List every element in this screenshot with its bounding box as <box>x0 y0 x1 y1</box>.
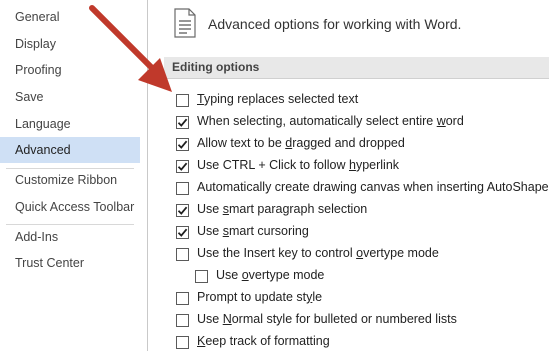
section-header: Editing options <box>164 57 549 79</box>
option-label: Use smart cursoring <box>197 224 309 238</box>
checkbox[interactable] <box>195 270 208 283</box>
checkbox[interactable] <box>176 336 189 349</box>
option-label: Prompt to update style <box>197 290 323 304</box>
checkbox[interactable] <box>176 292 189 305</box>
option-label: Use CTRL + Click to follow hyperlink <box>197 158 400 172</box>
checkbox[interactable] <box>176 226 189 239</box>
sidebar-item-customize-ribbon[interactable]: Customize Ribbon <box>0 167 140 193</box>
checkbox[interactable] <box>176 116 189 129</box>
option-label: Keep track of formatting <box>197 334 330 348</box>
sidebar-item-save[interactable]: Save <box>0 84 140 110</box>
section-title: Editing options <box>172 60 260 74</box>
sidebar-item-language[interactable]: Language <box>0 111 140 137</box>
document-options-icon <box>172 8 198 38</box>
option-label: Use the Insert key to control overtype m… <box>197 246 439 260</box>
checkbox[interactable] <box>176 248 189 261</box>
options-sidebar: General Display Proofing Save Language A… <box>0 0 140 351</box>
checkmark-icon <box>177 228 188 237</box>
sidebar-item-add-ins[interactable]: Add-Ins <box>0 224 140 250</box>
option-label: When selecting, automatically select ent… <box>197 114 464 128</box>
page-title: Advanced options for working with Word. <box>208 16 462 32</box>
sidebar-item-proofing[interactable]: Proofing <box>0 57 140 83</box>
option-label: Automatically create drawing canvas when… <box>197 180 549 194</box>
checkmark-icon <box>177 118 188 127</box>
sidebar-item-quick-access-toolbar[interactable]: Quick Access Toolbar <box>0 194 140 220</box>
checkmark-icon <box>177 206 188 215</box>
checkbox[interactable] <box>176 182 189 195</box>
checkmark-icon <box>177 140 188 149</box>
option-label: Use Normal style for bulleted or numbere… <box>197 312 457 326</box>
option-label: Use smart paragraph selection <box>197 202 368 216</box>
option-label: Typing replaces selected text <box>197 92 359 106</box>
checkmark-icon <box>177 162 188 171</box>
option-label: Use overtype mode <box>216 268 325 282</box>
sidebar-item-trust-center[interactable]: Trust Center <box>0 250 140 276</box>
sidebar-item-display[interactable]: Display <box>0 31 140 57</box>
checkbox[interactable] <box>176 94 189 107</box>
option-label: Allow text to be dragged and dropped <box>197 136 405 150</box>
sidebar-item-advanced[interactable]: Advanced <box>0 137 140 163</box>
panel-divider <box>147 0 148 351</box>
checkbox[interactable] <box>176 160 189 173</box>
checkbox[interactable] <box>176 138 189 151</box>
sidebar-item-general[interactable]: General <box>0 4 140 30</box>
checkbox[interactable] <box>176 204 189 217</box>
checkbox[interactable] <box>176 314 189 327</box>
